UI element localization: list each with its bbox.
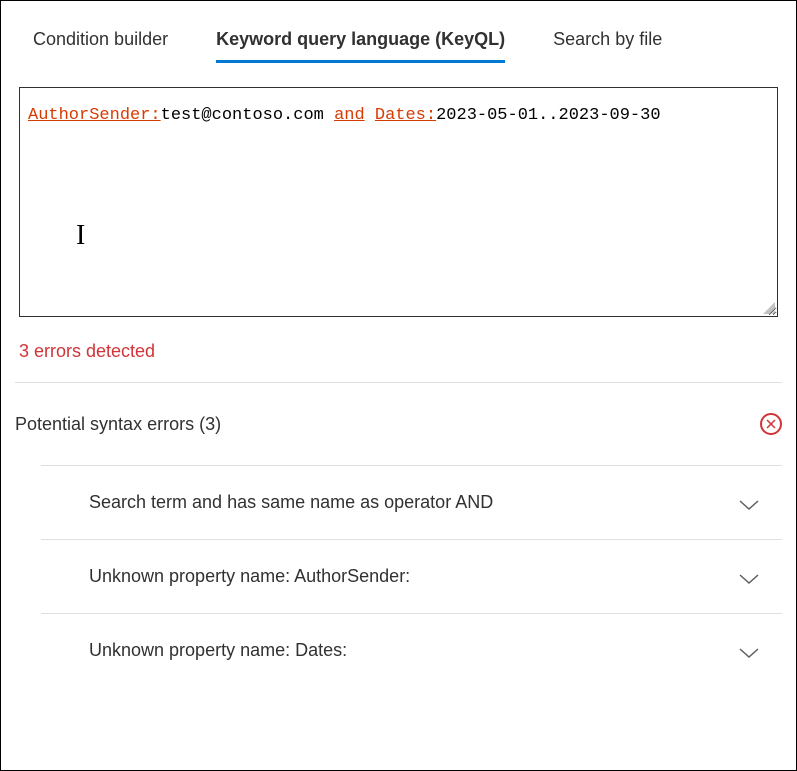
chevron-down-icon[interactable] bbox=[738, 496, 760, 510]
tab-search-by-file[interactable]: Search by file bbox=[553, 29, 662, 63]
query-editor[interactable]: AuthorSender:test@contoso.com and Dates:… bbox=[19, 87, 778, 317]
error-summary: 3 errors detected bbox=[1, 317, 796, 382]
text-token: 2023-05-01..2023-09-30 bbox=[436, 106, 660, 125]
error-message: Search term and has same name as operato… bbox=[89, 492, 493, 513]
section-title: Potential syntax errors (3) bbox=[15, 414, 221, 435]
error-item[interactable]: Search term and has same name as operato… bbox=[41, 465, 782, 539]
tab-condition-builder[interactable]: Condition builder bbox=[33, 29, 168, 63]
error-token: and bbox=[334, 106, 365, 125]
query-text: AuthorSender:test@contoso.com and Dates:… bbox=[28, 106, 769, 125]
text-cursor-icon: I bbox=[76, 220, 85, 252]
error-list: Search term and has same name as operato… bbox=[1, 465, 796, 697]
error-message: Unknown property name: AuthorSender: bbox=[89, 566, 410, 587]
error-message: Unknown property name: Dates: bbox=[89, 640, 347, 661]
syntax-errors-header: Potential syntax errors (3) bbox=[1, 383, 796, 465]
error-token: Dates: bbox=[375, 106, 436, 125]
chevron-down-icon[interactable] bbox=[738, 644, 760, 658]
text-token bbox=[365, 106, 375, 125]
resize-handle-icon[interactable] bbox=[761, 300, 775, 314]
tab-keyql[interactable]: Keyword query language (KeyQL) bbox=[216, 29, 505, 63]
chevron-down-icon[interactable] bbox=[738, 570, 760, 584]
text-token: test@contoso.com bbox=[161, 106, 334, 125]
close-icon[interactable] bbox=[760, 413, 782, 435]
error-token: AuthorSender: bbox=[28, 106, 161, 125]
error-item[interactable]: Unknown property name: AuthorSender: bbox=[41, 539, 782, 613]
error-item[interactable]: Unknown property name: Dates: bbox=[41, 613, 782, 687]
tab-bar: Condition builder Keyword query language… bbox=[1, 1, 796, 63]
